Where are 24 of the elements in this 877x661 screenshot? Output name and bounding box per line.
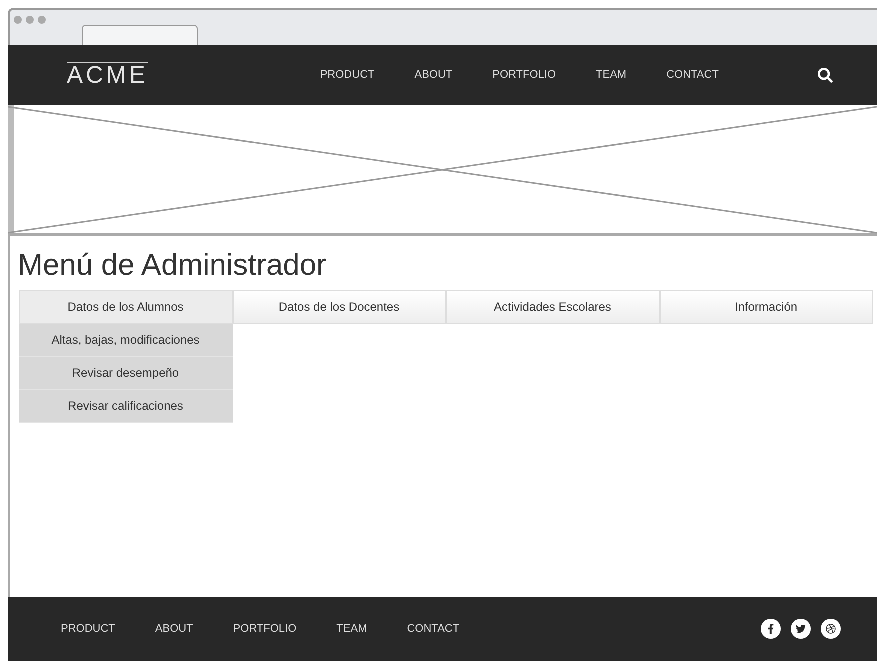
nav-link[interactable]: CONTACT	[666, 66, 719, 84]
menu-tab[interactable]: Datos de los Docentes	[232, 290, 446, 324]
nav-link[interactable]: ABOUT	[414, 66, 453, 84]
nav-link[interactable]: TEAM	[596, 66, 627, 84]
page-title: Menú de Administrador	[18, 248, 328, 284]
dribbble-icon[interactable]	[821, 619, 841, 639]
search-icon[interactable]	[818, 68, 833, 82]
nav-link[interactable]: PRODUCT	[320, 66, 375, 84]
submenu-item[interactable]: Revisar desempeño	[19, 357, 232, 390]
footer-link[interactable]: PRODUCT	[61, 620, 116, 638]
twitter-icon[interactable]	[791, 619, 811, 639]
logo[interactable]: ACME	[67, 62, 148, 88]
facebook-icon[interactable]	[761, 619, 781, 639]
submenu-item[interactable]: Revisar calificaciones	[19, 390, 232, 423]
submenu-item[interactable]: Altas, bajas, modificaciones	[19, 324, 232, 357]
footer-link[interactable]: PORTFOLIO	[233, 620, 297, 638]
menu-tab[interactable]: Datos de los Alumnos	[19, 290, 232, 324]
footer-link[interactable]: TEAM	[336, 620, 368, 638]
footer-link[interactable]: ABOUT	[155, 620, 194, 638]
nav-link[interactable]: PORTFOLIO	[492, 66, 556, 84]
browser-tab[interactable]	[82, 25, 198, 45]
menu-tab[interactable]: Información	[660, 290, 873, 324]
footer-link[interactable]: CONTACT	[407, 620, 460, 638]
menu-tab[interactable]: Actividades Escolares	[446, 290, 660, 324]
